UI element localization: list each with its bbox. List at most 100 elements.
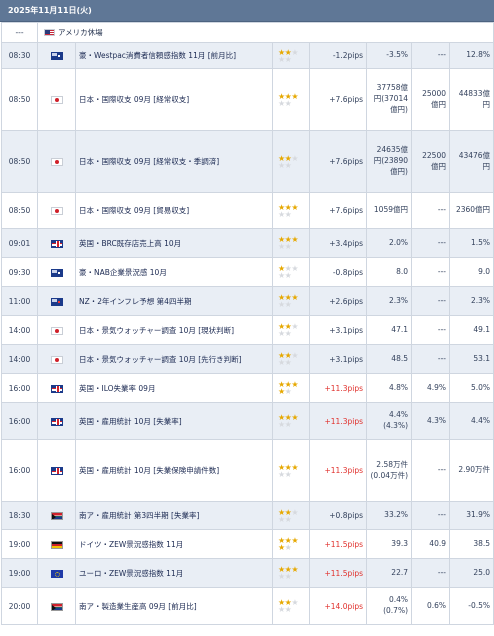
event-row[interactable]: 09:30 豪・NAB企業景況感 10月 ★★★ ★★ -0.8pips 8.0 --- 9.… [1,257,494,287]
previous-value: 2.58万件(0.04万件) [366,439,412,502]
event-name[interactable]: 英国・雇用統計 10月 [失業率] [75,402,273,440]
forecast-value: 0.6% [411,587,450,625]
actual-value: 2360億円 [448,192,494,229]
event-name[interactable]: 南ア・雇用統計 第3四半期 [失業率] [75,501,273,530]
importance-stars: ★★★ ★★ [272,192,310,229]
actual-value: 1.5% [448,228,494,258]
event-row[interactable]: 16:00 英国・ILO失業率 09月 ★★★ ★★ +11.3pips 4.8% 4.9%… [1,373,494,403]
pips-change: -1.2pips [309,42,367,69]
event-name[interactable]: ユーロ・ZEW景況感指数 11月 [75,558,273,588]
star-icon: ★★ [278,543,292,552]
star-icon: ★★ [278,209,292,219]
previous-value: 47.1 [366,315,412,345]
actual-value: 12.8% [448,42,494,69]
event-row[interactable]: 18:30 南ア・雇用統計 第3四半期 [失業率] ★★★ ★★ +0.8pips 33.… [1,501,494,530]
event-name[interactable]: NZ・2年インフレ予想 第4四半期 [75,286,273,316]
pips-change: -0.8pips [309,257,367,287]
pips-change: +0.8pips [309,501,367,530]
japan-flag-icon [50,96,63,104]
event-time: 16:00 [1,373,38,403]
star-icon: ★★ [278,572,292,581]
star-icon: ★★ [278,469,292,479]
star-icon: ★★ [278,329,292,338]
event-name[interactable]: 英国・BRC既存店売上高 10月 [75,228,273,258]
event-row[interactable]: 19:00 ドイツ・ZEW景況感指数 11月 ★★★ ★★ +11.5pips 39.3 4… [1,529,494,559]
event-name[interactable]: 日本・国際収支 09月 [経常収支・季調済] [75,130,273,193]
event-row[interactable]: 11:00 NZ・2年インフレ予想 第4四半期 ★★★ ★★ +2.6pips 2.3% -… [1,286,494,316]
previous-value: 33.2% [366,501,412,530]
forecast-value: 22500億円 [411,130,450,193]
pips-change: +11.5pips [309,529,367,559]
star-icon: ★★ [278,358,292,367]
event-name[interactable]: 日本・景気ウォッチャー調査 10月 [先行き判断] [75,344,273,374]
previous-value: 2.0% [366,228,412,258]
event-time: 09:01 [1,228,38,258]
previous-value: 8.0 [366,257,412,287]
event-row[interactable]: 19:00 ユーロ・ZEW景況感指数 11月 ★★★ ★★ +11.5pips 22.7-… [1,558,494,588]
japan-flag-icon [50,326,63,335]
star-icon: ★★ [278,387,292,396]
actual-value: 31.9% [448,501,494,530]
importance-stars: ★★★ ★★ [272,587,310,625]
holiday-row: --- アメリカ休場 [1,22,494,43]
event-name[interactable]: 英国・ILO失業率 09月 [75,373,273,403]
actual-value: -0.5% [448,587,494,625]
us-flag-icon [44,29,55,36]
actual-value: 9.0 [448,257,494,287]
actual-value: 38.5 [448,529,494,559]
event-row[interactable]: 14:00 日本・景気ウォッチャー調査 10月 [先行き判断] ★★★ ★★ +3.1p… [1,344,494,374]
event-name[interactable]: 英国・雇用統計 10月 [失業保険申請件数] [75,439,273,502]
importance-stars: ★★★ ★★ [272,130,310,193]
event-row[interactable]: 14:00 日本・景気ウォッチャー調査 10月 [現状判断] ★★★ ★★ +3.1pi… [1,315,494,345]
star-icon: ★★ [278,420,292,429]
pips-change: +3.1pips [309,315,367,345]
actual-value: 53.1 [448,344,494,374]
event-row[interactable]: 09:01 英国・BRC既存店売上高 10月 ★★★ ★★ +3.4pips 2.0% --… [1,228,494,258]
importance-stars: ★★★ ★★ [272,42,310,69]
star-icon: ★★ [278,271,292,280]
importance-stars: ★★★ ★★ [272,344,310,374]
new-zealand-flag-icon [50,297,63,306]
event-name[interactable]: 豪・Westpac消費者信頼感指数 11月 [前月比] [75,42,273,69]
uk-flag-icon [50,239,63,248]
event-row[interactable]: 16:00 英国・雇用統計 10月 [失業保険申請件数] ★★★ ★★ +11.3pip… [1,439,494,502]
event-time: 08:30 [1,42,38,69]
importance-stars: ★★★ ★★ [272,373,310,403]
event-name[interactable]: 日本・景気ウォッチャー調査 10月 [現状判断] [75,315,273,345]
importance-stars: ★★★ ★★ [272,558,310,588]
event-time: 14:00 [1,315,38,345]
previous-value: 48.5 [366,344,412,374]
event-name[interactable]: ドイツ・ZEW景況感指数 11月 [75,529,273,559]
importance-stars: ★★★ ★★ [272,286,310,316]
pips-change: +11.3pips [309,439,367,502]
event-name[interactable]: 南ア・製造業生産高 09月 [前月比] [75,587,273,625]
previous-value: 4.8% [366,373,412,403]
eu-flag-icon [50,569,63,578]
economic-calendar: 2025年11月11日(火) --- アメリカ休場 08:30 豪・Westpac… [0,0,494,636]
australia-flag-icon [50,52,63,60]
event-row[interactable]: 08:50 日本・国際収支 09月 [経常収支・季調済] ★★★ ★★ +7.6pips… [1,130,494,193]
event-name[interactable]: 豪・NAB企業景況感 10月 [75,257,273,287]
event-time: 16:00 [1,402,38,440]
event-row[interactable]: 08:30 豪・Westpac消費者信頼感指数 11月 [前月比] ★★★ ★★ -1.… [1,42,494,69]
event-name[interactable]: 日本・国際収支 09月 [貿易収支] [75,192,273,229]
previous-value: -3.5% [366,42,412,69]
star-icon: ★★ [278,54,292,64]
event-row[interactable]: 16:00 英国・雇用統計 10月 [失業率] ★★★ ★★ +11.3pips 4.4%… [1,402,494,440]
event-name[interactable]: 日本・国際収支 09月 [経常収支] [75,68,273,131]
event-row[interactable]: 08:50 日本・国際収支 09月 [経常収支] ★★★ ★★ +7.6pips 3775… [1,68,494,131]
star-icon: ★★ [278,605,292,614]
forecast-value: 4.3% [411,402,450,440]
previous-value: 39.3 [366,529,412,559]
event-row[interactable]: 20:00 南ア・製造業生産高 09月 [前月比] ★★★ ★★ +14.0pips 0.… [1,587,494,625]
australia-flag-icon [50,268,63,277]
event-row[interactable]: 08:50 日本・国際収支 09月 [貿易収支] ★★★ ★★ +7.6pips 1059… [1,192,494,229]
event-time: 19:00 [1,529,38,559]
importance-stars: ★★★ ★★ [272,68,310,131]
importance-stars: ★★★ ★★ [272,228,310,258]
pips-change: +11.3pips [309,373,367,403]
importance-stars: ★★★ ★★ [272,439,310,502]
star-icon: ★★ [278,514,292,524]
events-table: --- アメリカ休場 08:30 豪・Westpac消費者信頼感指数 11月 [前… [1,22,494,625]
importance-stars: ★★★ ★★ [272,402,310,440]
